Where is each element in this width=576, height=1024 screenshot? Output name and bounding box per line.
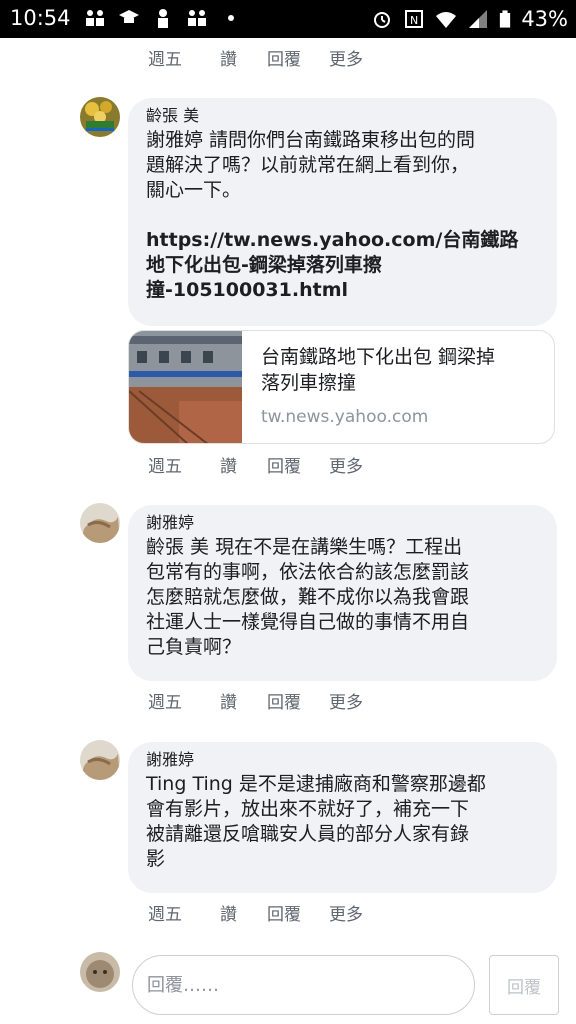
avatar-image: [80, 740, 120, 780]
reply-button[interactable]: 回覆: [267, 900, 301, 925]
graduation-cap-icon: [119, 10, 139, 23]
svg-text:N: N: [410, 14, 418, 27]
status-bar: 10:54 N 43%: [0, 0, 576, 38]
avatar-image: [80, 503, 120, 543]
submit-reply-button[interactable]: 回覆: [489, 955, 559, 1015]
like-button[interactable]: 讚: [220, 45, 237, 70]
comment-time: 週五: [148, 50, 182, 70]
status-time: 10:54: [10, 6, 71, 30]
link-thumbnail: [129, 331, 242, 443]
current-user-avatar: [80, 952, 120, 992]
people-icon: [188, 10, 206, 26]
avatar-flowers-image: [80, 97, 120, 137]
like-button[interactable]: 讚: [220, 452, 237, 477]
link-preview-domain: tw.news.yahoo.com: [261, 407, 429, 427]
comment-text: 謝雅婷 請問你們台南鐵路東移出包的問 題解決了嗎？以前就常在網上看到你， 關心一…: [146, 128, 539, 303]
comment-bubble: 謝雅婷 Ting Ting 是不是逮捕廠商和警察那邊都 會有影片，放出來不就好了…: [128, 742, 557, 893]
comment-time: 週五: [148, 905, 182, 925]
wifi-icon: [436, 12, 457, 28]
avatar[interactable]: [80, 740, 120, 780]
like-button[interactable]: 讚: [220, 688, 237, 713]
comment-time: 週五: [148, 457, 182, 477]
more-button[interactable]: 更多: [329, 688, 363, 713]
more-button[interactable]: 更多: [329, 45, 363, 70]
comment-actions: 週五 讚 回覆 更多: [148, 452, 401, 477]
alarm-icon: [374, 12, 391, 28]
battery-level: 43%: [521, 7, 568, 31]
comment-bubble: 謝雅婷 齡張 美 現在不是在講樂生嗎？工程出 包常有的事啊，依法依合約該怎麼罰該…: [128, 505, 557, 681]
people-icon: [86, 10, 104, 26]
avatar-image: [80, 952, 120, 992]
battery-icon: [500, 10, 511, 28]
dot-icon: [228, 15, 234, 21]
comment-text: Ting Ting 是不是逮捕廠商和警察那邊都 會有影片，放出來不就好了，補充一…: [146, 773, 486, 870]
avatar[interactable]: [80, 503, 120, 543]
reply-button[interactable]: 回覆: [267, 688, 301, 713]
comment-actions: 週五 讚 回覆 更多: [148, 900, 401, 925]
reply-input[interactable]: [132, 955, 475, 1015]
link-preview-title: 台南鐵路地下化出包 鋼梁掉 落列車擦撞: [261, 346, 496, 394]
comment-bubble: 齡張 美 謝雅婷 請問你們台南鐵路東移出包的問 題解決了嗎？以前就常在網上看到你…: [128, 98, 557, 326]
comment-actions: 週五 讚 回覆 更多: [148, 45, 401, 70]
person-icon: [158, 9, 168, 28]
comment-author[interactable]: 謝雅婷: [146, 511, 539, 535]
signal-icon: [469, 10, 488, 28]
comment-link[interactable]: https://tw.news.yahoo.com/台南鐵路 地下化出包-鋼梁掉…: [146, 228, 539, 303]
comment-author[interactable]: 謝雅婷: [146, 748, 539, 772]
link-preview-card[interactable]: 台南鐵路地下化出包 鋼梁掉 落列車擦撞 tw.news.yahoo.com: [128, 330, 555, 444]
reply-button[interactable]: 回覆: [267, 45, 301, 70]
comment-text: 齡張 美 現在不是在講樂生嗎？工程出 包常有的事啊，依法依合約該怎麼罰該 怎麼賠…: [146, 536, 470, 658]
like-button[interactable]: 讚: [220, 900, 237, 925]
comment-author[interactable]: 齡張 美: [146, 104, 539, 128]
comment-actions: 週五 讚 回覆 更多: [148, 688, 401, 713]
reply-button[interactable]: 回覆: [267, 452, 301, 477]
avatar[interactable]: [80, 97, 120, 137]
more-button[interactable]: 更多: [329, 900, 363, 925]
comment-time: 週五: [148, 693, 182, 713]
nfc-icon: N: [405, 10, 424, 28]
more-button[interactable]: 更多: [329, 452, 363, 477]
